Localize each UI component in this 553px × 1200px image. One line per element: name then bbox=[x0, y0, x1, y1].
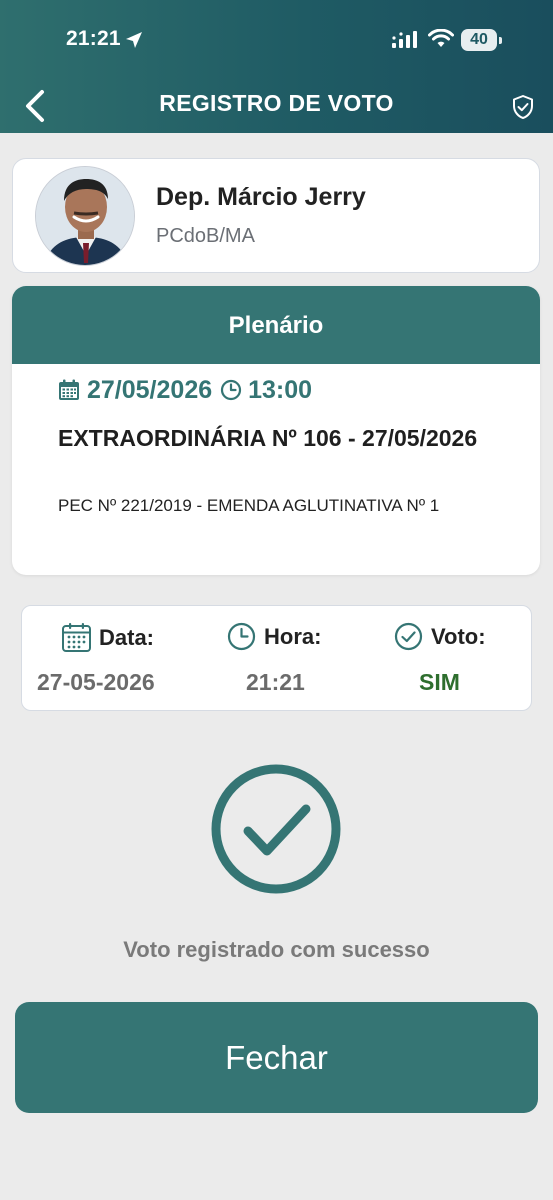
vote-date-label-row: Data: bbox=[61, 622, 154, 653]
deputy-photo bbox=[36, 167, 134, 265]
clock-icon bbox=[221, 379, 242, 401]
vote-time-value: 21:21 bbox=[246, 669, 305, 695]
vote-time-label-row: Hora: bbox=[227, 622, 321, 651]
page-title: REGISTRO DE VOTO bbox=[159, 90, 394, 116]
vote-choice-label: Voto: bbox=[431, 623, 486, 649]
vote-summary-card: Data: 27-05-2026 Hora: 21:21 Voto: SIM bbox=[21, 605, 532, 711]
wifi-icon bbox=[428, 29, 454, 47]
deputy-profile-card: Dep. Márcio Jerry PCdoB/MA bbox=[12, 158, 540, 273]
vote-date-column: Data: 27-05-2026 bbox=[22, 606, 202, 712]
battery-icon: 40 bbox=[461, 29, 502, 51]
cellular-signal-icon bbox=[392, 31, 417, 48]
avatar bbox=[35, 166, 135, 266]
clock-icon bbox=[227, 622, 256, 651]
vote-choice-value: SIM bbox=[419, 669, 460, 695]
close-button[interactable]: Fechar bbox=[15, 1002, 538, 1113]
success-message: Voto registrado com sucesso bbox=[123, 937, 430, 962]
vote-date-value: 27-05-2026 bbox=[37, 669, 155, 695]
location-arrow-icon bbox=[126, 32, 142, 48]
vote-date-label: Data: bbox=[99, 624, 155, 650]
check-circle-icon bbox=[394, 622, 423, 651]
battery-level: 40 bbox=[461, 29, 497, 51]
shield-check-icon[interactable] bbox=[510, 94, 536, 120]
vote-choice-column: Voto: SIM bbox=[382, 606, 532, 712]
session-card: Plenário 27/05/2026 13:00 EXTRAORDINÁRIA… bbox=[12, 286, 540, 575]
session-location: Plenário bbox=[12, 286, 540, 364]
session-title: EXTRAORDINÁRIA Nº 106 - 27/05/2026 bbox=[58, 425, 478, 451]
calendar-icon bbox=[62, 623, 91, 652]
calendar-icon bbox=[59, 379, 79, 400]
deputy-party: PCdoB/MA bbox=[156, 225, 255, 247]
vote-time-column: Hora: 21:21 bbox=[202, 606, 362, 712]
session-description: PEC Nº 221/2019 - EMENDA AGLUTINATIVA Nº… bbox=[58, 496, 440, 515]
success-check-icon bbox=[211, 764, 341, 894]
status-time: 21:21 bbox=[66, 27, 121, 50]
deputy-name: Dep. Márcio Jerry bbox=[156, 183, 366, 211]
session-date: 27/05/2026 bbox=[87, 375, 213, 404]
vote-time-label: Hora: bbox=[264, 623, 322, 649]
app-header: 21:21 40 REGISTRO DE VOTO bbox=[0, 0, 553, 133]
vote-choice-label-row: Voto: bbox=[394, 622, 486, 651]
session-datetime: 27/05/2026 13:00 bbox=[58, 375, 312, 405]
session-time: 13:00 bbox=[248, 375, 313, 404]
